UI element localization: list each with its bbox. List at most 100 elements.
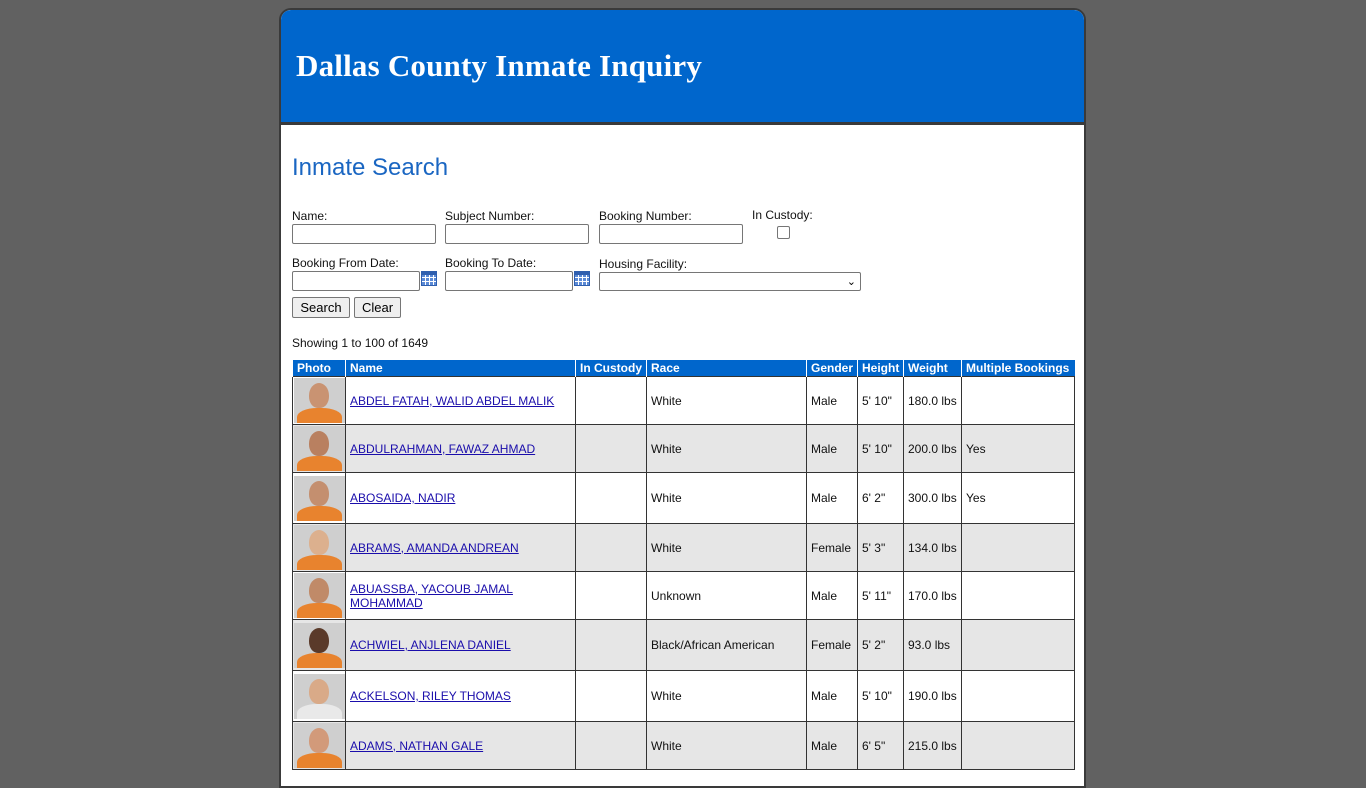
in-custody-cell (575, 670, 647, 722)
facility-field-group: Housing Facility: ⌄ (599, 257, 861, 291)
mugshot-shirt (297, 603, 342, 618)
inmate-name-link[interactable]: ACHWIEL, ANJLENA DANIEL (350, 638, 511, 652)
booking-field-group: Booking Number: (599, 209, 743, 244)
race-cell: White (646, 424, 807, 473)
subject-number-input[interactable] (445, 224, 589, 244)
weight-cell: 170.0 lbs (903, 571, 962, 620)
table-row: ACKELSON, RILEY THOMAS White Male 5' 10" 190… (292, 670, 1075, 722)
mugshot-head (309, 383, 329, 408)
in-custody-checkbox[interactable] (777, 226, 790, 239)
name-cell: ABUASSBA, YACOUB JAMAL MOHAMMAD (345, 571, 576, 620)
inmate-photo (294, 573, 345, 618)
chevron-down-icon: ⌄ (846, 276, 856, 288)
weight-cell: 300.0 lbs (903, 472, 962, 524)
table-row: ACHWIEL, ANJLENA DANIEL Black/African Ame… (292, 619, 1075, 671)
clear-button[interactable]: Clear (354, 297, 401, 318)
inmate-photo (294, 525, 345, 570)
inmate-name-link[interactable]: ACKELSON, RILEY THOMAS (350, 689, 511, 703)
to-date-calendar-icon[interactable] (574, 271, 590, 286)
mugshot-head (309, 530, 329, 555)
custody-field-group: In Custody: (752, 208, 813, 223)
inmate-photo (294, 622, 345, 668)
race-cell: White (646, 376, 807, 425)
page-container: Dallas County Inmate Inquiry Inmate Sear… (279, 8, 1086, 788)
name-cell: ACKELSON, RILEY THOMAS (345, 670, 576, 722)
race-cell: Unknown (646, 571, 807, 620)
weight-cell: 93.0 lbs (903, 619, 962, 671)
mugshot-shirt (297, 456, 342, 471)
in-custody-cell (575, 619, 647, 671)
gender-cell: Male (806, 721, 858, 770)
mugshot-head (309, 431, 329, 456)
mugshot-shirt (297, 753, 342, 768)
booking-from-date-label: Booking From Date: (292, 256, 399, 270)
multiple-bookings-cell (961, 376, 1075, 425)
results-table: Photo Name In Custody Race Gender Height… (292, 360, 1075, 770)
weight-cell: 190.0 lbs (903, 670, 962, 722)
name-cell: ADAMS, NATHAN GALE (345, 721, 576, 770)
photo-cell (292, 670, 346, 722)
from-date-field-group: Booking From Date: (292, 256, 420, 291)
photo-cell (292, 472, 346, 524)
mugshot-shirt (297, 652, 342, 668)
subject-field-group: Subject Number: (445, 209, 589, 244)
booking-to-date-label: Booking To Date: (445, 256, 537, 270)
table-row: ABDEL FATAH, WALID ABDEL MALIK White Male 5… (292, 376, 1075, 425)
weight-cell: 215.0 lbs (903, 721, 962, 770)
height-cell: 6' 5" (857, 721, 904, 770)
in-custody-cell (575, 571, 647, 620)
booking-number-input[interactable] (599, 224, 743, 244)
name-cell: ABOSAIDA, NADIR (345, 472, 576, 524)
inmate-name-link[interactable]: ABUASSBA, YACOUB JAMAL MOHAMMAD (350, 582, 513, 610)
in-custody-cell (575, 424, 647, 473)
gender-cell: Male (806, 670, 858, 722)
name-input[interactable] (292, 224, 436, 244)
table-row: ABUASSBA, YACOUB JAMAL MOHAMMAD Unknown Ma… (292, 571, 1075, 620)
mugshot-shirt (297, 408, 342, 423)
column-header-gender: Gender (806, 360, 858, 377)
race-cell: Black/African American (646, 619, 807, 671)
multiple-bookings-cell (961, 571, 1075, 620)
housing-facility-select[interactable]: ⌄ (599, 272, 861, 291)
column-header-photo: Photo (292, 360, 346, 377)
housing-facility-label: Housing Facility: (599, 257, 688, 271)
inmate-name-link[interactable]: ABDULRAHMAN, FAWAZ AHMAD (350, 442, 535, 456)
inmate-name-link[interactable]: ADAMS, NATHAN GALE (350, 739, 483, 753)
mugshot-head (309, 627, 329, 653)
gender-cell: Male (806, 424, 858, 473)
race-cell: White (646, 523, 807, 572)
inmate-photo (294, 378, 345, 423)
inmate-name-link[interactable]: ABOSAIDA, NADIR (350, 491, 455, 505)
race-cell: White (646, 670, 807, 722)
mugshot-head (309, 480, 329, 506)
height-cell: 6' 2" (857, 472, 904, 524)
photo-cell (292, 721, 346, 770)
inmate-photo (294, 723, 345, 768)
photo-cell (292, 376, 346, 425)
photo-cell (292, 571, 346, 620)
booking-to-date-input[interactable] (445, 271, 573, 291)
in-custody-cell (575, 721, 647, 770)
search-button[interactable]: Search (292, 297, 350, 318)
inmate-name-link[interactable]: ABDEL FATAH, WALID ABDEL MALIK (350, 394, 554, 408)
inmate-photo (294, 426, 345, 471)
in-custody-label: In Custody: (752, 208, 813, 222)
gender-cell: Female (806, 523, 858, 572)
site-title: Dallas County Inmate Inquiry (296, 48, 703, 83)
column-header-race: Race (646, 360, 807, 377)
name-cell: ACHWIEL, ANJLENA DANIEL (345, 619, 576, 671)
height-cell: 5' 10" (857, 670, 904, 722)
booking-number-label: Booking Number: (599, 209, 692, 223)
height-cell: 5' 11" (857, 571, 904, 620)
mugshot-shirt (297, 555, 342, 570)
table-row: ABRAMS, AMANDA ANDREAN White Female 5' 3" 13… (292, 523, 1075, 572)
multiple-bookings-cell (961, 670, 1075, 722)
inmate-name-link[interactable]: ABRAMS, AMANDA ANDREAN (350, 541, 519, 555)
weight-cell: 180.0 lbs (903, 376, 962, 425)
column-header-weight: Weight (903, 360, 962, 377)
booking-from-date-input[interactable] (292, 271, 420, 291)
from-date-calendar-icon[interactable] (421, 271, 437, 286)
column-header-height: Height (857, 360, 904, 377)
weight-cell: 200.0 lbs (903, 424, 962, 473)
name-cell: ABRAMS, AMANDA ANDREAN (345, 523, 576, 572)
